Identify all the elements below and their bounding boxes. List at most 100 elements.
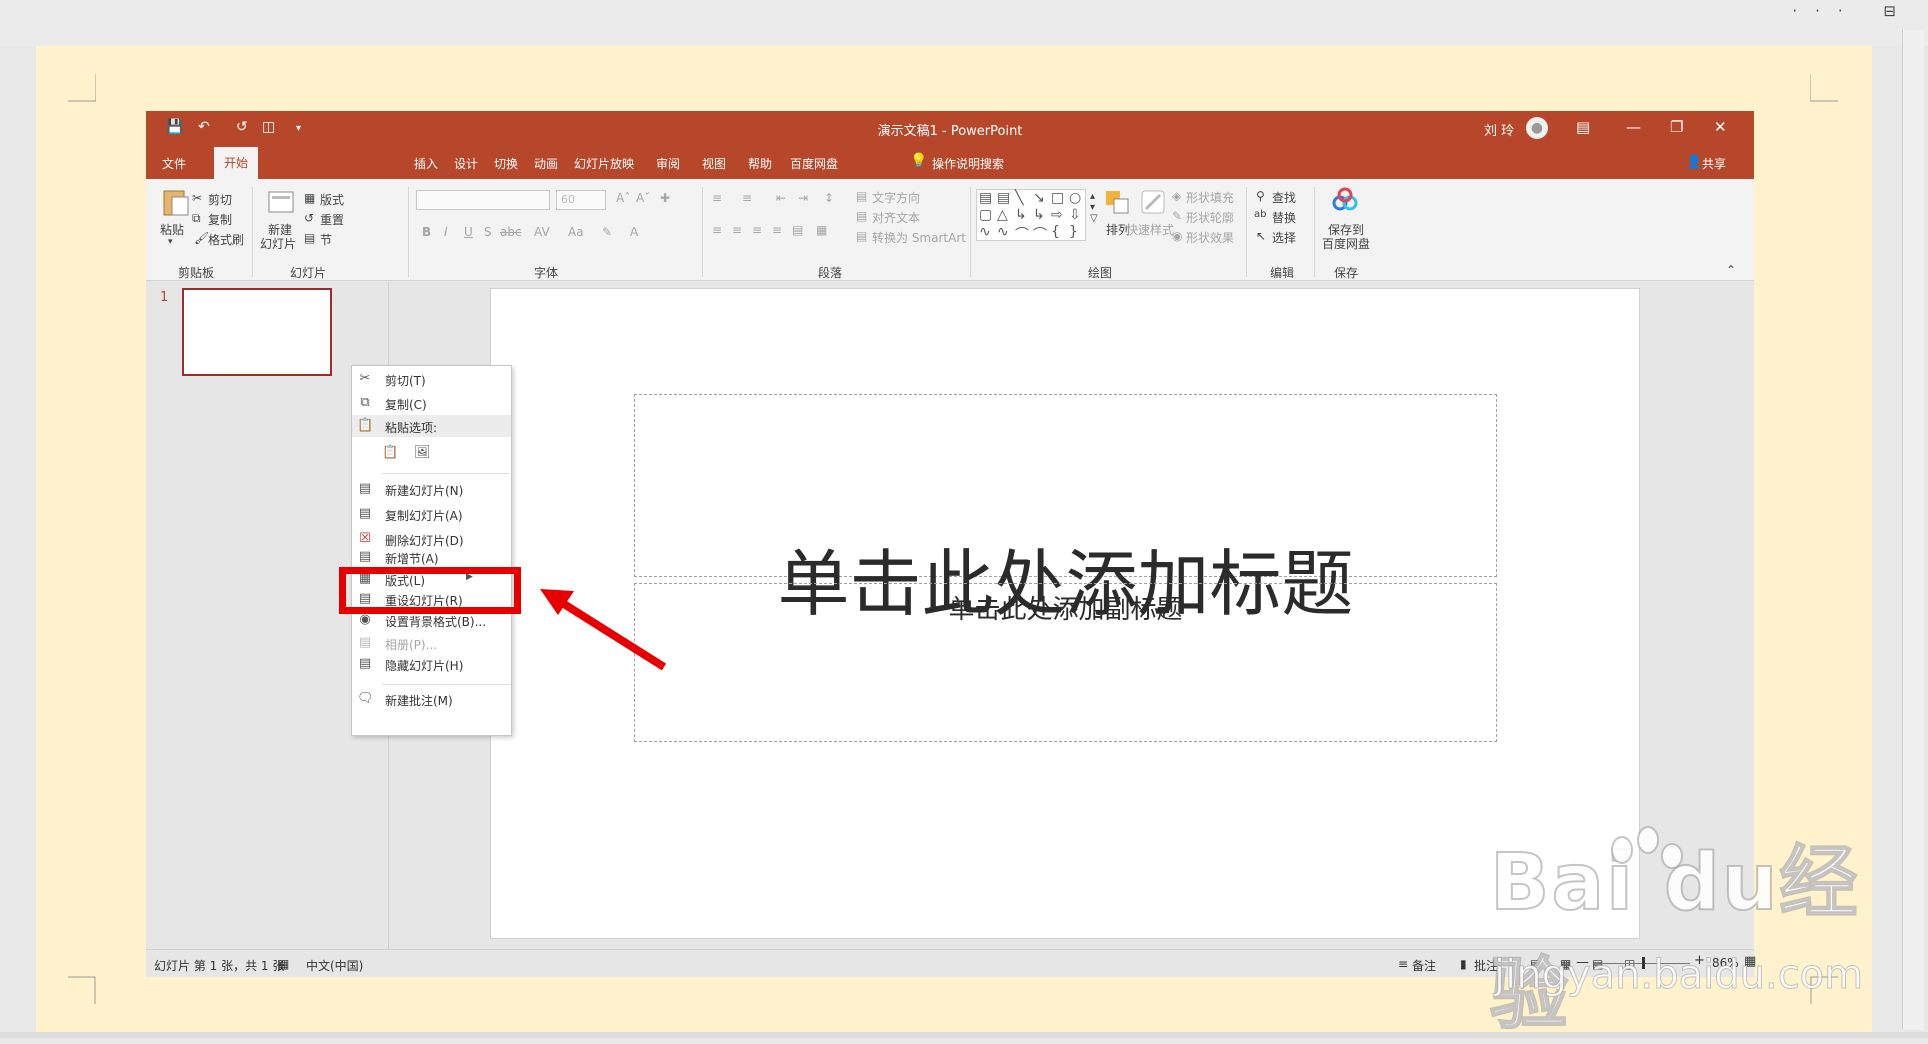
collapse-ribbon-icon[interactable]: ⌃ xyxy=(1726,263,1736,277)
align-center-icon[interactable]: ≡ xyxy=(732,223,742,237)
change-case-icon[interactable]: Aa xyxy=(568,225,584,239)
strikethrough-icon[interactable]: abc xyxy=(500,225,522,239)
tab-view[interactable]: 视图 xyxy=(702,155,726,172)
menu-item-copy[interactable]: ⧉ 复制(C) xyxy=(352,392,511,414)
save-to-label-2[interactable]: 百度网盘 xyxy=(1322,235,1370,252)
textbox-shape-icon[interactable]: ▤ xyxy=(979,190,992,206)
gallery-scroll-icon[interactable]: ▴ ▾ ▽ xyxy=(1090,191,1098,224)
section-button[interactable]: 节 xyxy=(320,231,332,248)
align-left-icon[interactable]: ≡ xyxy=(712,223,722,237)
tab-animations[interactable]: 动画 xyxy=(534,155,558,172)
menu-item-new-comment[interactable]: 🗨 新建批注(M) xyxy=(352,688,511,710)
baidu-netdisk-icon[interactable] xyxy=(1330,185,1360,215)
outer-window-controls[interactable]: ··· ⊟ xyxy=(1792,2,1914,20)
justify-icon[interactable]: ≡ xyxy=(772,223,782,237)
slide-thumbnail[interactable] xyxy=(182,288,332,376)
bold-icon[interactable]: B xyxy=(422,225,431,239)
minimize-icon[interactable]: — xyxy=(1626,118,1641,136)
highlight-icon[interactable]: ✎ xyxy=(602,225,612,239)
font-color-icon[interactable]: A xyxy=(630,225,638,239)
arc-shape-icon[interactable]: ⌒ xyxy=(1033,224,1047,244)
reset-button[interactable]: 重置 xyxy=(320,211,344,228)
char-spacing-icon[interactable]: AV xyxy=(534,225,550,239)
tab-slideshow[interactable]: 幻灯片放映 xyxy=(574,155,634,172)
notes-button[interactable]: 备注 xyxy=(1412,957,1436,974)
distributed-icon[interactable]: ▤ xyxy=(792,223,803,237)
tab-transitions[interactable]: 切换 xyxy=(494,155,518,172)
elbow-arrow-shape-icon[interactable]: ↳ xyxy=(1033,207,1045,223)
user-name[interactable]: 刘 玲 xyxy=(1484,120,1514,139)
share-button[interactable]: 共享 xyxy=(1702,155,1726,172)
paste-icon[interactable] xyxy=(160,187,190,217)
cut-button[interactable]: 剪切 xyxy=(208,191,232,208)
select-button[interactable]: 选择 xyxy=(1272,229,1296,246)
layout-button[interactable]: 版式 xyxy=(320,191,344,208)
font-name-combo[interactable] xyxy=(416,190,550,210)
quick-styles-button[interactable]: 快速样式 xyxy=(1126,221,1174,238)
increase-indent-icon[interactable]: ⇥ xyxy=(798,191,808,205)
tab-home[interactable]: 开始 xyxy=(214,147,258,179)
paste-dropdown-icon[interactable]: ▾ xyxy=(168,237,173,247)
tell-me-search[interactable]: 操作说明搜索 xyxy=(932,155,1004,172)
vertical-textbox-shape-icon[interactable]: ▤ xyxy=(997,190,1010,206)
menu-item-duplicate-slide[interactable]: ▤ 复制幻灯片(A) xyxy=(352,503,511,525)
left-brace-shape-icon[interactable]: { xyxy=(1051,224,1060,240)
paste-picture-icon[interactable]: 🖼 xyxy=(414,445,431,461)
elbow-connector-shape-icon[interactable]: ↳ xyxy=(1015,207,1027,223)
right-arrow-shape-icon[interactable]: ⇨ xyxy=(1051,207,1063,223)
clear-format-icon[interactable]: ✚ xyxy=(660,191,670,205)
menu-item-new-slide[interactable]: ▤ 新建幻灯片(N) xyxy=(352,478,511,500)
replace-button[interactable]: 替换 xyxy=(1272,209,1296,226)
columns-icon[interactable]: ▦ xyxy=(816,223,827,237)
rounded-rect-shape-icon[interactable]: ▢ xyxy=(979,207,992,223)
paste-button[interactable]: 粘贴 xyxy=(160,221,184,238)
format-painter-button[interactable]: 格式刷 xyxy=(208,231,244,248)
avatar[interactable]: ● xyxy=(1526,117,1548,139)
title-placeholder[interactable]: 单击此处添加标题 xyxy=(634,394,1497,626)
bullets-icon[interactable]: ≡ xyxy=(712,191,722,205)
shadow-icon[interactable]: S xyxy=(484,225,492,239)
shape-effects-button[interactable]: 形状效果 xyxy=(1186,229,1234,246)
line-shape-icon[interactable]: ╲ xyxy=(1015,190,1023,206)
text-direction-button[interactable]: 文字方向 xyxy=(872,189,920,206)
find-button[interactable]: 查找 xyxy=(1272,189,1296,206)
line-spacing-icon[interactable]: ↕ xyxy=(824,191,834,205)
shape-outline-button[interactable]: 形状轮廓 xyxy=(1186,209,1234,226)
italic-icon[interactable]: I xyxy=(444,225,448,239)
scribble-shape-icon[interactable]: ∿ xyxy=(997,224,1009,240)
rectangle-shape-icon[interactable]: □ xyxy=(1051,190,1064,206)
language[interactable]: 中文(中国) xyxy=(306,957,363,974)
tab-baidu-netdisk[interactable]: 百度网盘 xyxy=(790,155,838,172)
tab-insert[interactable]: 插入 xyxy=(414,155,438,172)
restore-icon[interactable]: ❐ xyxy=(1670,118,1683,136)
spell-check-icon[interactable]: ▦ xyxy=(278,957,289,971)
tab-review[interactable]: 审阅 xyxy=(656,155,680,172)
down-arrow-shape-icon[interactable]: ⇩ xyxy=(1069,207,1081,223)
arrange-icon[interactable] xyxy=(1102,187,1132,217)
shrink-font-icon[interactable]: Aˇ xyxy=(636,191,650,205)
underline-icon[interactable]: U xyxy=(464,225,473,239)
triangle-shape-icon[interactable]: △ xyxy=(997,207,1008,223)
menu-item-cut[interactable]: ✂ 剪切(T) xyxy=(352,368,511,390)
copy-button[interactable]: 复制 xyxy=(208,211,232,228)
ribbon-display-icon[interactable]: ▤ xyxy=(1576,118,1590,136)
tab-design[interactable]: 设计 xyxy=(454,155,478,172)
font-size-combo[interactable]: 60 xyxy=(556,190,606,210)
new-slide-label-2[interactable]: 幻灯片 xyxy=(260,235,296,252)
shape-fill-button[interactable]: 形状填充 xyxy=(1186,189,1234,206)
grow-font-icon[interactable]: Aˆ xyxy=(616,191,630,205)
align-text-button[interactable]: 对齐文本 xyxy=(872,209,920,226)
tab-help[interactable]: 帮助 xyxy=(748,155,772,172)
subtitle-placeholder[interactable]: 单击此处添加副标题 xyxy=(634,583,1497,742)
oval-shape-icon[interactable]: ○ xyxy=(1069,190,1081,206)
menu-item-hide-slide[interactable]: ▤ 隐藏幻灯片(H) xyxy=(352,653,511,675)
paste-keep-formatting-icon[interactable]: 📋 xyxy=(382,445,398,461)
decrease-indent-icon[interactable]: ⇤ xyxy=(776,191,786,205)
quick-styles-icon[interactable] xyxy=(1138,187,1168,217)
tab-file[interactable]: 文件 xyxy=(162,155,186,172)
arrow-line-shape-icon[interactable]: ↘ xyxy=(1033,190,1045,206)
new-slide-icon[interactable] xyxy=(266,187,296,217)
convert-smartart-button[interactable]: 转换为 SmartArt xyxy=(872,229,966,246)
menu-item-add-section[interactable]: ▤ 新增节(A) xyxy=(352,546,511,568)
shapes-gallery[interactable]: ▤ ▤ ╲ ↘ □ ○ ▢ △ ↳ ↳ ⇨ ⇩ ∿ ∿ ⌒ ⌒ { } xyxy=(976,189,1086,244)
